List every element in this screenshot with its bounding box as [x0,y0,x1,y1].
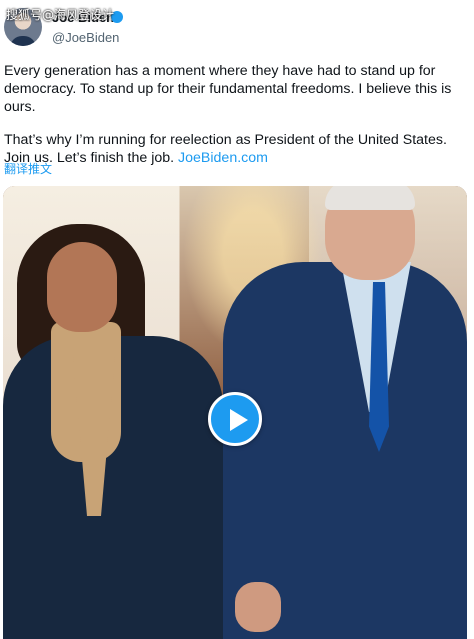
campaign-link[interactable]: JoeBiden.com [178,150,268,166]
avatar-suit [10,36,36,46]
person-right-hair [325,186,415,210]
tweet-paragraph-2: That’s why I’m running for reelection as… [4,131,468,167]
person-left-face [47,242,117,332]
play-button[interactable] [208,392,262,446]
play-icon [230,409,248,431]
translate-tweet-link[interactable]: 翻译推文 [4,160,52,177]
tweet-text: Every generation has a moment where they… [4,62,468,181]
video-player[interactable] [3,186,467,639]
watermark: 搜狐号@海风登设计 [6,8,115,22]
user-handle[interactable]: @JoeBiden [52,30,119,45]
tweet-paragraph-1: Every generation has a moment where they… [4,63,452,116]
person-right-hand [235,582,281,632]
